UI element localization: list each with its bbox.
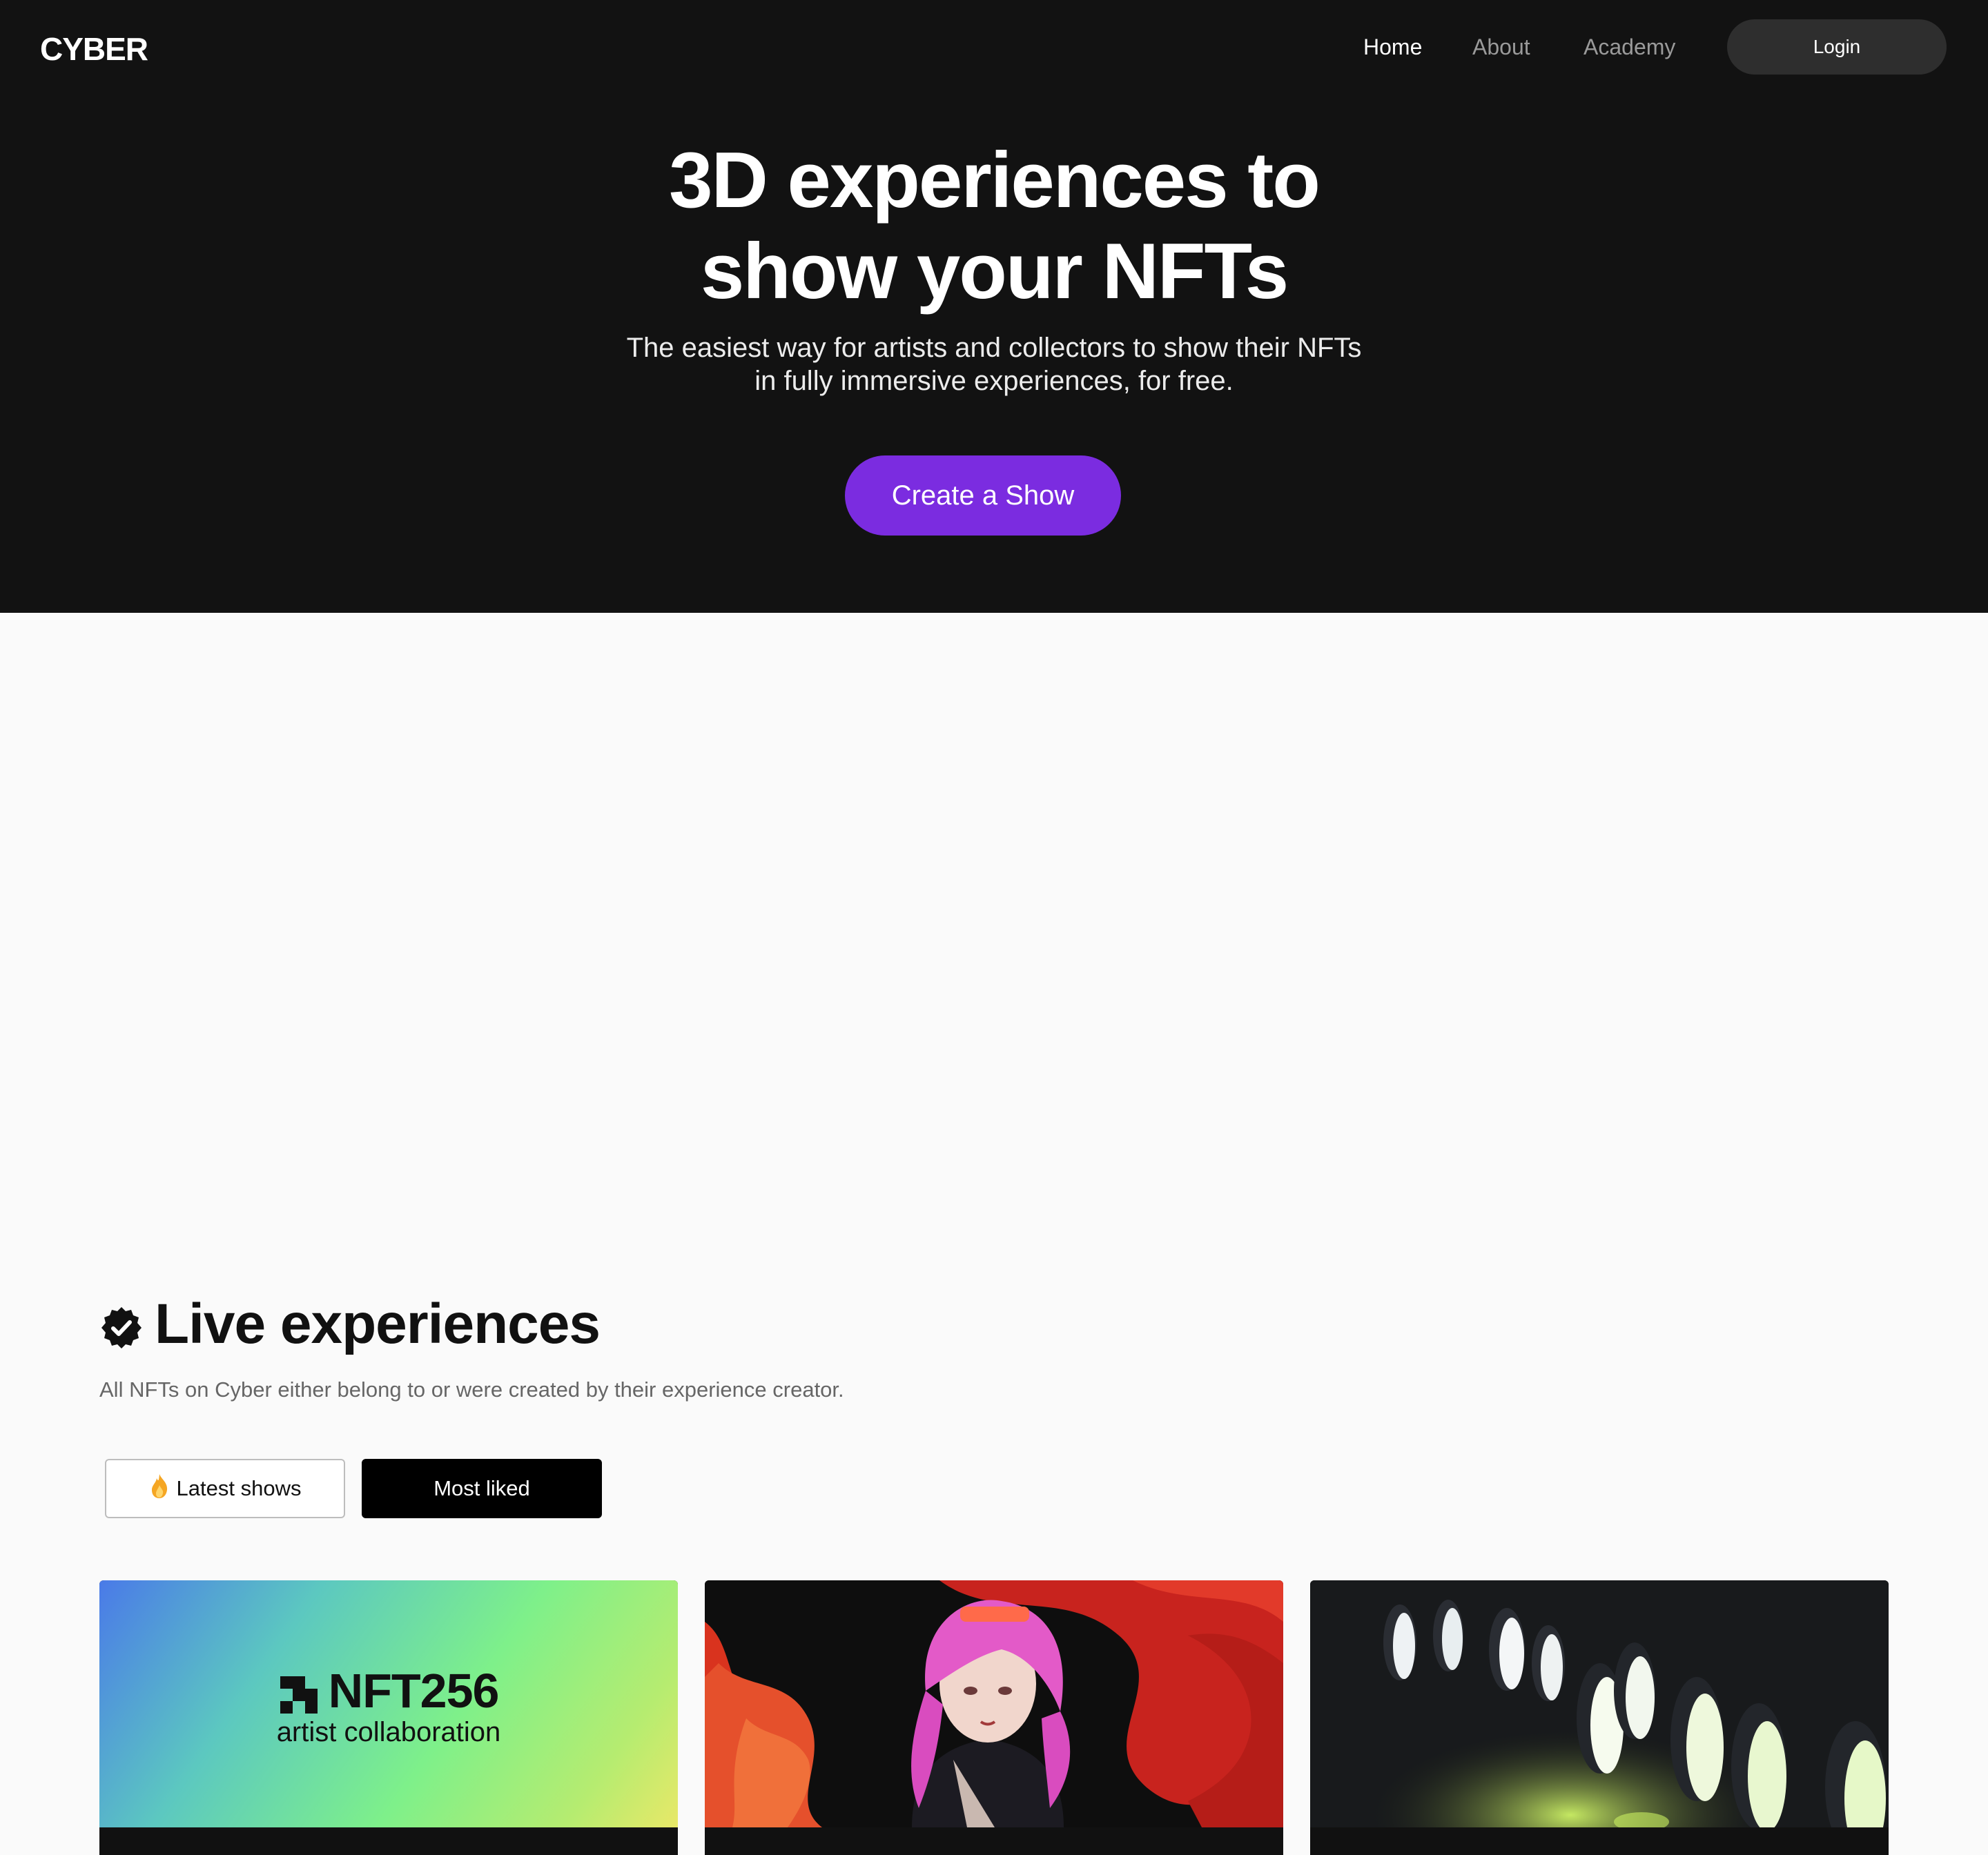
tab-most-liked-label: Most liked <box>433 1476 530 1500</box>
nav-academy[interactable]: Academy <box>1583 35 1675 60</box>
hero-subtitle-line1: The easiest way for artists and collecto… <box>626 333 1362 363</box>
experience-card[interactable]: NFT256 artist collaboration <box>99 1580 678 1855</box>
create-show-button[interactable]: Create a Show <box>845 455 1121 536</box>
hero-title-line2: show your NFTs <box>700 228 1289 315</box>
experience-card[interactable] <box>705 1580 1283 1855</box>
card-footer <box>99 1827 678 1855</box>
experience-card[interactable] <box>1310 1580 1889 1855</box>
hero-title-line1: 3D experiences to <box>669 137 1321 224</box>
flame-icon <box>149 1473 170 1504</box>
card-footer <box>705 1827 1283 1855</box>
hero-title: 3D experiences to show your NFTs <box>0 135 1988 317</box>
verified-badge-icon <box>101 1307 142 1348</box>
card-title: NFT256 <box>99 1663 678 1718</box>
tab-most-liked[interactable]: Most liked <box>362 1459 602 1518</box>
card-title-text: NFT256 <box>328 1664 500 1718</box>
hero-subtitle-line2: in fully immersive experiences, for free… <box>754 366 1234 396</box>
anime-dragon-artwork-image <box>705 1580 1283 1827</box>
penguins-photo-image <box>1310 1580 1889 1827</box>
card-subtitle: artist collaboration <box>276 1717 501 1747</box>
card-image-gradient: NFT256 artist collaboration <box>99 1580 678 1827</box>
tab-latest-shows-label: Latest shows <box>176 1476 302 1500</box>
cyber-logo[interactable]: CYBER <box>40 30 148 68</box>
live-experiences-title: Live experiences <box>155 1293 601 1355</box>
card-footer <box>1310 1827 1889 1855</box>
nav-home[interactable]: Home <box>1363 35 1422 60</box>
login-button[interactable]: Login <box>1727 19 1947 75</box>
hero-section: CYBER Home About Academy Login 3D experi… <box>0 0 1988 613</box>
live-experiences-subtitle: All NFTs on Cyber either belong to or we… <box>99 1377 844 1402</box>
nav-about[interactable]: About <box>1472 35 1530 60</box>
live-experiences-section: Live experiences All NFTs on Cyber eithe… <box>0 613 1988 1855</box>
hero-subtitle: The easiest way for artists and collecto… <box>0 331 1988 398</box>
nft256-logo-icon <box>280 1676 318 1714</box>
tab-latest-shows[interactable]: Latest shows <box>105 1459 345 1518</box>
